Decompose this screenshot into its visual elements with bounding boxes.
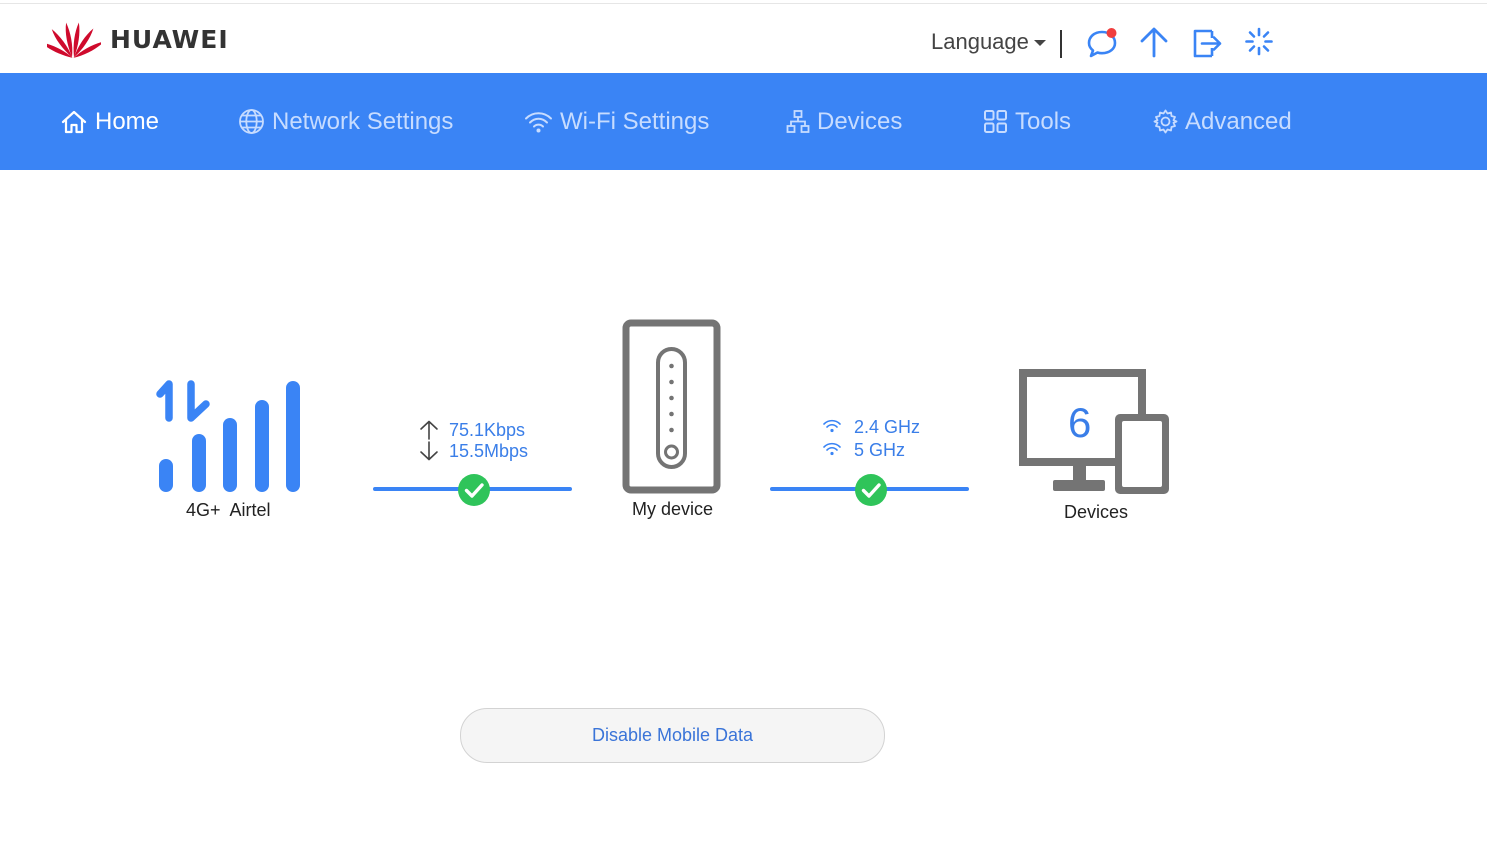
wifi-band-5-icon	[822, 441, 842, 462]
signal-bars-icon	[156, 380, 300, 492]
disable-mobile-data-button[interactable]: Disable Mobile Data	[460, 708, 885, 763]
gear-icon	[1153, 109, 1178, 134]
nav-label-network-settings: Network Settings	[272, 107, 454, 135]
lan-status-check-icon	[855, 474, 887, 506]
wifi-band-24: 2.4 GHz	[854, 417, 921, 437]
router-icon[interactable]	[622, 319, 721, 500]
devices-label: Devices	[1064, 502, 1129, 522]
nav-tools[interactable]: Tools	[983, 73, 1071, 170]
wifi-band-24-icon	[822, 418, 842, 439]
device-count: 6	[1068, 399, 1092, 446]
globe-icon	[239, 109, 264, 134]
nav-label-tools: Tools	[1015, 107, 1072, 135]
logout-icon[interactable]	[1191, 24, 1223, 58]
caret-down-icon	[1033, 40, 1046, 46]
wifi-band-5: 5 GHz	[854, 440, 906, 460]
nav-label-wifi-settings: Wi-Fi Settings	[560, 107, 710, 135]
wan-status-check-icon	[458, 474, 490, 506]
connected-devices-icon[interactable]: 6	[1019, 369, 1171, 502]
nav-home[interactable]: Home	[60, 73, 159, 170]
message-icon[interactable]	[1086, 24, 1118, 58]
nav-label-devices: Devices	[817, 107, 903, 135]
brand-name: HUAWEI	[110, 24, 229, 54]
loading-spinner-icon[interactable]	[1243, 24, 1275, 58]
language-label: Language	[931, 29, 1029, 54]
network-info: 4G+ Airtel	[186, 500, 271, 521]
nav-label-advanced: Advanced	[1185, 107, 1292, 135]
main-nav: Home Network Settings Wi-Fi Settings Dev…	[0, 73, 1487, 170]
grid-icon	[984, 110, 1007, 133]
signal-strength[interactable]	[156, 378, 302, 499]
huawei-logo[interactable]: HUAWEI	[47, 17, 229, 61]
huawei-logo-icon	[47, 22, 101, 58]
language-dropdown[interactable]: Language	[931, 29, 1046, 55]
upload-speed: 75.1Kbps	[449, 420, 526, 440]
operator-name: Airtel	[229, 500, 271, 520]
router-label: My device	[632, 499, 714, 519]
nav-devices[interactable]: Devices	[786, 73, 902, 170]
nav-label-home: Home	[95, 107, 160, 135]
download-speed: 15.5Mbps	[449, 441, 529, 461]
header: HUAWEI Language	[0, 4, 1487, 73]
nav-advanced[interactable]: Advanced	[1153, 73, 1292, 170]
wifi-icon	[525, 111, 552, 132]
upload-arrow-icon[interactable]	[1138, 24, 1170, 58]
home-icon	[61, 110, 87, 133]
nav-network-settings[interactable]: Network Settings	[238, 73, 453, 170]
download-arrow-small-icon	[418, 441, 440, 466]
network-tree-icon	[786, 109, 810, 133]
nav-wifi-settings[interactable]: Wi-Fi Settings	[524, 73, 709, 170]
network-type: 4G+	[186, 500, 221, 520]
header-divider	[1060, 30, 1062, 58]
